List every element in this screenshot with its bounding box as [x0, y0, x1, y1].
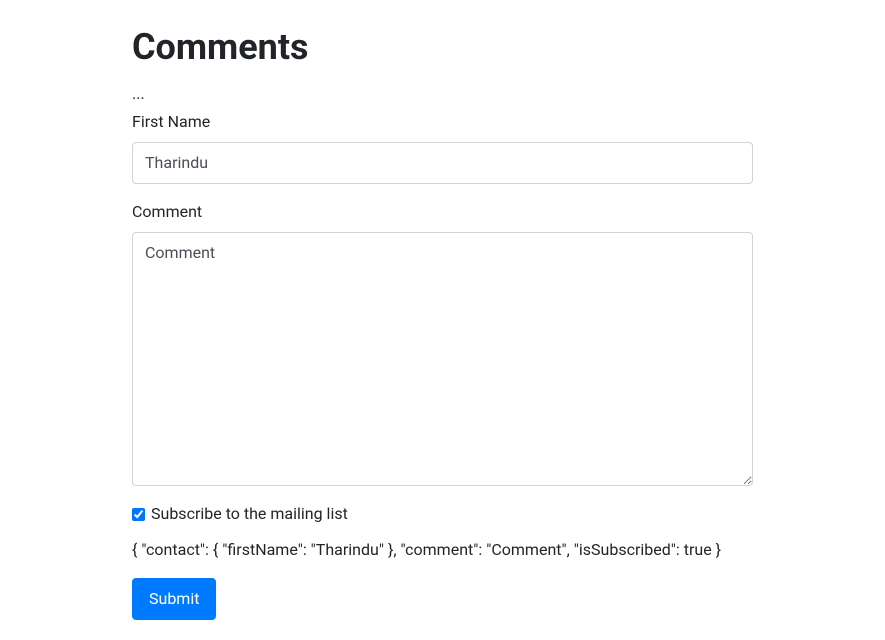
- form-state-debug: { "contact": { "firstName": "Tharindu" }…: [132, 538, 753, 562]
- page-title: Comments: [132, 20, 753, 74]
- first-name-label: First Name: [132, 110, 753, 134]
- comments-form-container: Comments ... First Name Comment Comment …: [0, 0, 885, 640]
- comment-group: Comment Comment: [132, 200, 753, 486]
- subscribe-label: Subscribe to the mailing list: [151, 502, 348, 526]
- subscribe-row: Subscribe to the mailing list: [132, 502, 753, 526]
- subscribe-checkbox[interactable]: [132, 508, 145, 521]
- ellipsis-text: ...: [132, 82, 753, 106]
- first-name-group: First Name: [132, 110, 753, 184]
- comment-label: Comment: [132, 200, 753, 224]
- first-name-input[interactable]: [132, 142, 753, 184]
- comment-textarea[interactable]: Comment: [132, 232, 753, 486]
- submit-button[interactable]: Submit: [132, 578, 216, 620]
